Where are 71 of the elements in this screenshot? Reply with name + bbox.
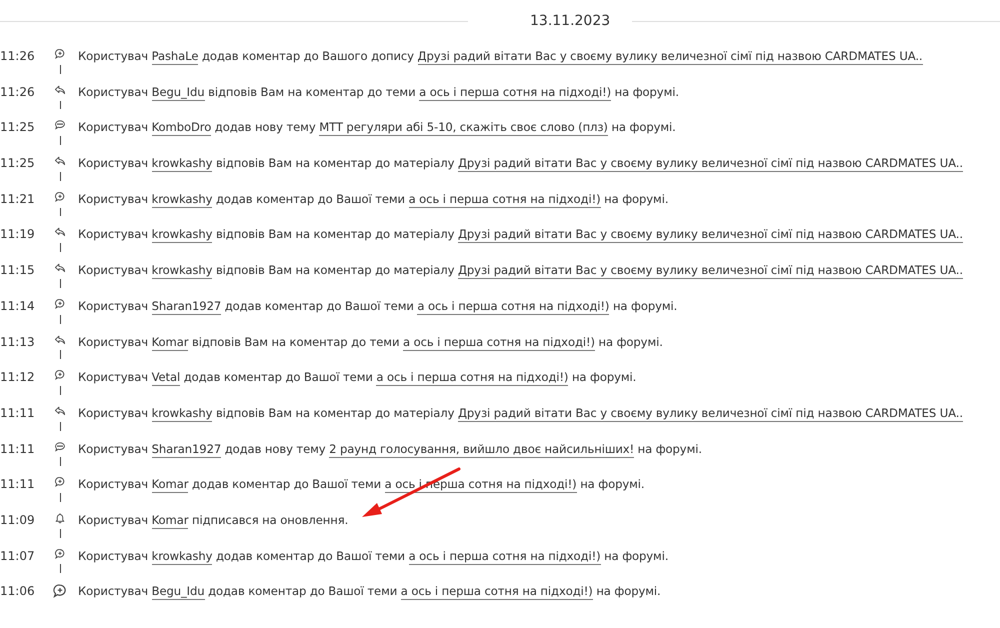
user-link[interactable]: Sharan1927: [152, 298, 222, 315]
user-link[interactable]: Komar: [152, 512, 188, 529]
notification-time: 11:15: [0, 262, 36, 280]
notification-time: 11:07: [0, 548, 36, 565]
notification-text: Користувач Komar відповів Вам на коментар до теми а ось і перша сотня на підході!) на форумі.: [78, 334, 663, 350]
chat-bubble-icon: [52, 440, 68, 452]
reply-icon: [52, 84, 68, 96]
notification-text: Користувач krowkashy додав коментар до Вашої теми а ось і перша сотня на підході!) на форумі.: [78, 190, 668, 207]
user-link[interactable]: krowkashy: [152, 548, 212, 565]
user-link[interactable]: PashaLe: [152, 49, 198, 65]
notification-time: 11:11: [0, 440, 36, 458]
user-link[interactable]: Vetal: [152, 370, 180, 386]
notification-text: Користувач krowkashy додав коментар до Вашої теми а ось і перша сотня на підході!) на форумі.: [78, 548, 668, 564]
topic-link[interactable]: Друзі радий вітати Вас у своєму вулику величезної сімї під назвою CARDMATES UA..: [458, 406, 963, 422]
user-link[interactable]: krowkashy: [152, 263, 212, 280]
reply-icon: [52, 334, 68, 346]
chat-bubble-icon: [52, 119, 68, 132]
topic-link[interactable]: Друзі радий вітати Вас у своєму вулику величезної сімї під назвою CARDMATES UA..: [418, 49, 923, 65]
reply-icon: [52, 155, 68, 167]
topic-link[interactable]: а ось і перша сотня на підході!): [417, 298, 610, 315]
user-link[interactable]: Komar: [152, 334, 188, 350]
comment-plus-icon: [52, 583, 68, 600]
topic-link[interactable]: а ось і перша сотня на підході!): [408, 192, 601, 208]
user-link[interactable]: KomboDro: [152, 120, 212, 136]
topic-link[interactable]: а ось і перша сотня на підході!): [400, 584, 593, 600]
notification-text: Користувач Begu_Idu відповів Вам на коментар до теми а ось і перша сотня на підході!) на форумі.: [78, 84, 679, 100]
notification-time: 11:11: [0, 476, 36, 494]
notification-text: Користувач krowkashy відповів Вам на коментар до матеріалу Друзі радий вітати Вас у своєму вулику величезної сімї під назвою CARDMATES UA..: [78, 404, 963, 421]
notification-time: 11:06: [0, 583, 36, 600]
topic-link[interactable]: а ось і перша сотня на підході!): [402, 334, 595, 350]
notification-text: Користувач Begu_Idu додав коментар до Вашої теми а ось і перша сотня на підході!) на форумі.: [78, 583, 661, 600]
notification-text: Користувач Komar підписався на оновлення.: [78, 512, 348, 528]
notification-text: Користувач krowkashy відповів Вам на коментар до матеріалу Друзі радий вітати Вас у своєму вулику величезної сімї під назвою CARDMATES UA..: [78, 155, 963, 172]
notification-text: Користувач Sharan1927 додав нову тему 2 раунд голосування, вийшло двоє найсильніших! на форумі.: [78, 440, 702, 457]
user-link[interactable]: Sharan1927: [152, 442, 222, 458]
notification-text: Користувач krowkashy відповів Вам на коментар до матеріалу Друзі радий вітати Вас у своєму вулику величезної сімї під назвою CARDMATES UA..: [78, 262, 963, 278]
notification-time: 11:14: [0, 298, 36, 315]
topic-link[interactable]: Друзі радий вітати Вас у своєму вулику величезної сімї під назвою CARDMATES UA..: [458, 263, 963, 280]
notification-time: 11:12: [0, 369, 36, 386]
reply-icon: [52, 262, 68, 274]
reply-icon: [52, 226, 68, 238]
user-link[interactable]: Komar: [152, 477, 188, 494]
reply-icon: [52, 404, 68, 417]
notification-time: 11:09: [0, 512, 36, 529]
notification-text: Користувач Vetal додав коментар до Вашої теми а ось і перша сотня на підході!) на форумі.: [78, 369, 636, 386]
notification-time: 11:26: [0, 48, 36, 65]
user-link[interactable]: krowkashy: [152, 192, 212, 208]
user-link[interactable]: krowkashy: [152, 156, 212, 172]
notification-text: Користувач KomboDro додав нову тему MTT регуляри абі 5-10, скажіть своє слово (плз) на форумі.: [78, 119, 676, 136]
notification-time: 11:26: [0, 84, 36, 101]
user-link[interactable]: Begu_Idu: [152, 84, 205, 101]
notification-time: 11:11: [0, 404, 36, 422]
user-link[interactable]: krowkashy: [152, 227, 212, 244]
notification-time: 11:25: [0, 155, 36, 172]
notification-text: Користувач Sharan1927 додав коментар до Вашої теми а ось і перша сотня на підході!) на форумі.: [78, 298, 678, 314]
notification-time: 11:25: [0, 119, 36, 136]
topic-link[interactable]: а ось і перша сотня на підході!): [419, 84, 612, 101]
topic-link[interactable]: MTT регуляри абі 5-10, скажіть своє слово (плз): [319, 120, 608, 136]
notification-time: 11:21: [0, 190, 36, 208]
notification-text: Користувач PashaLe додав коментар до Вашого допису Друзі радий вітати Вас у своєму вулику величезної сімї під назвою CARDMATES UA..: [78, 48, 923, 64]
notification-time: 11:13: [0, 334, 36, 350]
user-link[interactable]: Begu_Idu: [152, 584, 205, 600]
topic-link[interactable]: Друзі радий вітати Вас у своєму вулику величезної сімї під назвою CARDMATES UA..: [458, 156, 963, 172]
topic-link[interactable]: 2 раунд голосування, вийшло двоє найсильніших!: [329, 442, 634, 458]
user-link[interactable]: krowkashy: [152, 406, 212, 422]
notification-time: 11:19: [0, 226, 36, 244]
topic-link[interactable]: а ось і перша сотня на підході!): [408, 548, 601, 565]
date-heading: 13.11.2023: [529, 13, 612, 29]
topic-link[interactable]: а ось і перша сотня на підході!): [376, 370, 568, 386]
notification-text: Користувач krowkashy відповів Вам на коментар до матеріалу Друзі радий вітати Вас у своєму вулику величезної сімї під назвою CARDMATES UA..: [78, 226, 963, 242]
topic-link[interactable]: Друзі радий вітати Вас у своєму вулику величезної сімї під назвою CARDMATES UA..: [458, 227, 963, 244]
